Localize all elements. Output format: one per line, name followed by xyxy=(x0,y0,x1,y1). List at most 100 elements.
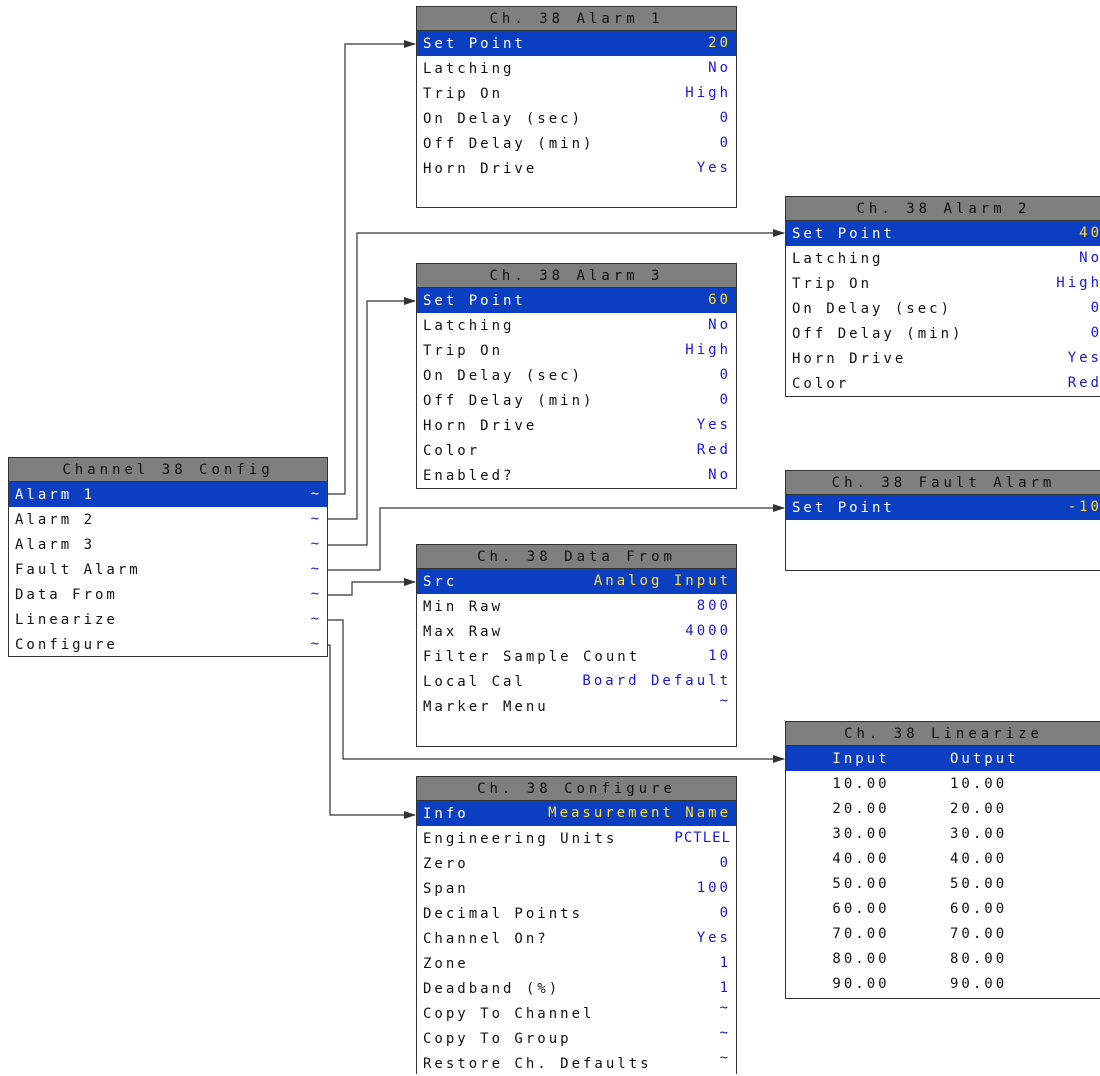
submenu-indicator-icon: ~ xyxy=(310,561,322,577)
setting-value: High xyxy=(1056,275,1100,291)
alarm-3-menu: Ch. 38 Alarm 3 Set Point 60 Latching No Tr… xyxy=(416,263,737,489)
setting-channel-on[interactable]: Channel On? Yes xyxy=(417,926,736,951)
setting-on-delay[interactable]: On Delay (sec) 0 xyxy=(417,106,736,131)
menu-title: Ch. 38 Configure xyxy=(417,777,736,801)
setting-deadband[interactable]: Deadband (%) 1 xyxy=(417,976,736,1001)
submenu-indicator-icon: ~ xyxy=(719,693,731,709)
setting-engineering-units[interactable]: Engineering Units PCTLEL xyxy=(417,826,736,851)
setting-set-point[interactable]: Set Point 60 xyxy=(417,288,736,313)
setting-set-point[interactable]: Set Point 20 xyxy=(417,31,736,56)
setting-trip-on[interactable]: Trip On High xyxy=(786,271,1100,296)
setting-value: 0 xyxy=(719,855,731,871)
setting-on-delay[interactable]: On Delay (sec) 0 xyxy=(786,296,1100,321)
setting-value: 0 xyxy=(1090,300,1100,316)
setting-set-point[interactable]: Set Point 40 xyxy=(786,221,1100,246)
setting-decimal-points[interactable]: Decimal Points 0 xyxy=(417,901,736,926)
setting-restore-defaults[interactable]: Restore Ch. Defaults ~ xyxy=(417,1050,736,1076)
menu-title: Ch. 38 Alarm 2 xyxy=(786,197,1100,221)
setting-value: 20 xyxy=(708,35,731,51)
submenu-indicator-icon: ~ xyxy=(719,1050,731,1066)
menu-title: Ch. 38 Alarm 3 xyxy=(417,264,736,288)
setting-off-delay[interactable]: Off Delay (min) 0 xyxy=(417,131,736,156)
setting-value: Red xyxy=(1067,375,1100,391)
setting-horn-drive[interactable]: Horn Drive Yes xyxy=(417,413,736,438)
linearize-row[interactable]: 80.00 80.00 xyxy=(786,946,1100,971)
menu-item-alarm-3[interactable]: Alarm 3 ~ xyxy=(9,532,327,557)
connector-alarm1 xyxy=(327,40,416,495)
setting-value: 0 xyxy=(719,905,731,921)
setting-span[interactable]: Span 100 xyxy=(417,876,736,901)
linearize-row[interactable]: 40.00 40.00 xyxy=(786,846,1100,871)
setting-value: 0 xyxy=(719,392,731,408)
menu-title: Ch. 38 Data From xyxy=(417,545,736,569)
linearize-row[interactable]: 30.00 30.00 xyxy=(786,821,1100,846)
input-column-header: Input xyxy=(832,750,890,767)
menu-item-alarm-1[interactable]: Alarm 1 ~ xyxy=(9,482,327,507)
setting-max-raw[interactable]: Max Raw 4000 xyxy=(417,619,736,644)
submenu-indicator-icon: ~ xyxy=(310,511,322,527)
setting-horn-drive[interactable]: Horn Drive Yes xyxy=(786,346,1100,371)
setting-value: No xyxy=(708,467,731,483)
connector-configure xyxy=(327,644,416,819)
menu-item-linearize[interactable]: Linearize ~ xyxy=(9,607,327,632)
setting-latching[interactable]: Latching No xyxy=(786,246,1100,271)
setting-set-point[interactable]: Set Point -10 xyxy=(786,495,1100,520)
setting-copy-to-channel[interactable]: Copy To Channel ~ xyxy=(417,1000,736,1026)
connector-data-from xyxy=(327,578,416,596)
menu-item-configure[interactable]: Configure ~ xyxy=(9,632,327,657)
setting-filter-sample-count[interactable]: Filter Sample Count 10 xyxy=(417,644,736,669)
setting-horn-drive[interactable]: Horn Drive Yes xyxy=(417,156,736,181)
configure-menu: Ch. 38 Configure Info Measurement Name En… xyxy=(416,776,737,1074)
setting-marker-menu[interactable]: Marker Menu ~ xyxy=(417,693,736,719)
setting-value: Yes xyxy=(696,160,731,176)
setting-off-delay[interactable]: Off Delay (min) 0 xyxy=(417,388,736,413)
setting-value: 800 xyxy=(696,598,731,614)
submenu-indicator-icon: ~ xyxy=(719,1025,731,1041)
linearize-row[interactable]: 70.00 70.00 xyxy=(786,921,1100,946)
setting-value: Board Default xyxy=(582,673,731,689)
channel-config-menu: Channel 38 Config Alarm 1 ~ Alarm 2 ~ Alar… xyxy=(8,457,328,657)
setting-value: PCTLEL xyxy=(674,830,731,846)
setting-min-raw[interactable]: Min Raw 800 xyxy=(417,594,736,619)
linearize-row[interactable]: 60.00 60.00 xyxy=(786,896,1100,921)
linearize-row[interactable]: 50.00 50.00 xyxy=(786,871,1100,896)
linearize-menu: Ch. 38 Linearize Input Output 10.00 10.00 … xyxy=(785,721,1100,999)
output-column-header: Output xyxy=(950,750,1019,767)
setting-value: Measurement Name xyxy=(548,805,731,821)
setting-value: Analog Input xyxy=(593,573,731,589)
setting-value: Yes xyxy=(1067,350,1100,366)
setting-trip-on[interactable]: Trip On High xyxy=(417,338,736,363)
setting-value: Yes xyxy=(696,930,731,946)
setting-off-delay[interactable]: Off Delay (min) 0 xyxy=(786,321,1100,346)
submenu-indicator-icon: ~ xyxy=(310,536,322,552)
setting-value: High xyxy=(685,85,731,101)
setting-value: High xyxy=(685,342,731,358)
setting-info[interactable]: Info Measurement Name xyxy=(417,801,736,826)
menu-item-data-from[interactable]: Data From ~ xyxy=(9,582,327,607)
menu-item-fault-alarm[interactable]: Fault Alarm ~ xyxy=(9,557,327,582)
setting-color[interactable]: Color Red xyxy=(417,438,736,463)
menu-item-alarm-2[interactable]: Alarm 2 ~ xyxy=(9,507,327,532)
setting-source[interactable]: Src Analog Input xyxy=(417,569,736,594)
setting-trip-on[interactable]: Trip On High xyxy=(417,81,736,106)
setting-copy-to-group[interactable]: Copy To Group ~ xyxy=(417,1025,736,1051)
linearize-row[interactable]: 90.00 90.00 xyxy=(786,971,1100,996)
setting-enabled[interactable]: Enabled? No xyxy=(417,463,736,488)
setting-color[interactable]: Color Red xyxy=(786,371,1100,396)
setting-latching[interactable]: Latching No xyxy=(417,56,736,81)
setting-value: 0 xyxy=(1090,325,1100,341)
setting-zero[interactable]: Zero 0 xyxy=(417,851,736,876)
linearize-row[interactable]: 10.00 10.00 xyxy=(786,771,1100,796)
setting-value: 4000 xyxy=(685,623,731,639)
linearize-row[interactable]: 20.00 20.00 xyxy=(786,796,1100,821)
data-from-menu: Ch. 38 Data From Src Analog Input Min Raw… xyxy=(416,544,737,747)
setting-value: No xyxy=(708,60,731,76)
setting-latching[interactable]: Latching No xyxy=(417,313,736,338)
menu-title: Ch. 38 Fault Alarm xyxy=(786,471,1100,495)
setting-value: 1 xyxy=(719,955,731,971)
setting-local-cal[interactable]: Local Cal Board Default xyxy=(417,669,736,694)
linearize-header-row: Input Output xyxy=(786,746,1100,771)
setting-on-delay[interactable]: On Delay (sec) 0 xyxy=(417,363,736,388)
alarm-1-menu: Ch. 38 Alarm 1 Set Point 20 Latching No Tr… xyxy=(416,6,737,208)
setting-zone[interactable]: Zone 1 xyxy=(417,951,736,976)
